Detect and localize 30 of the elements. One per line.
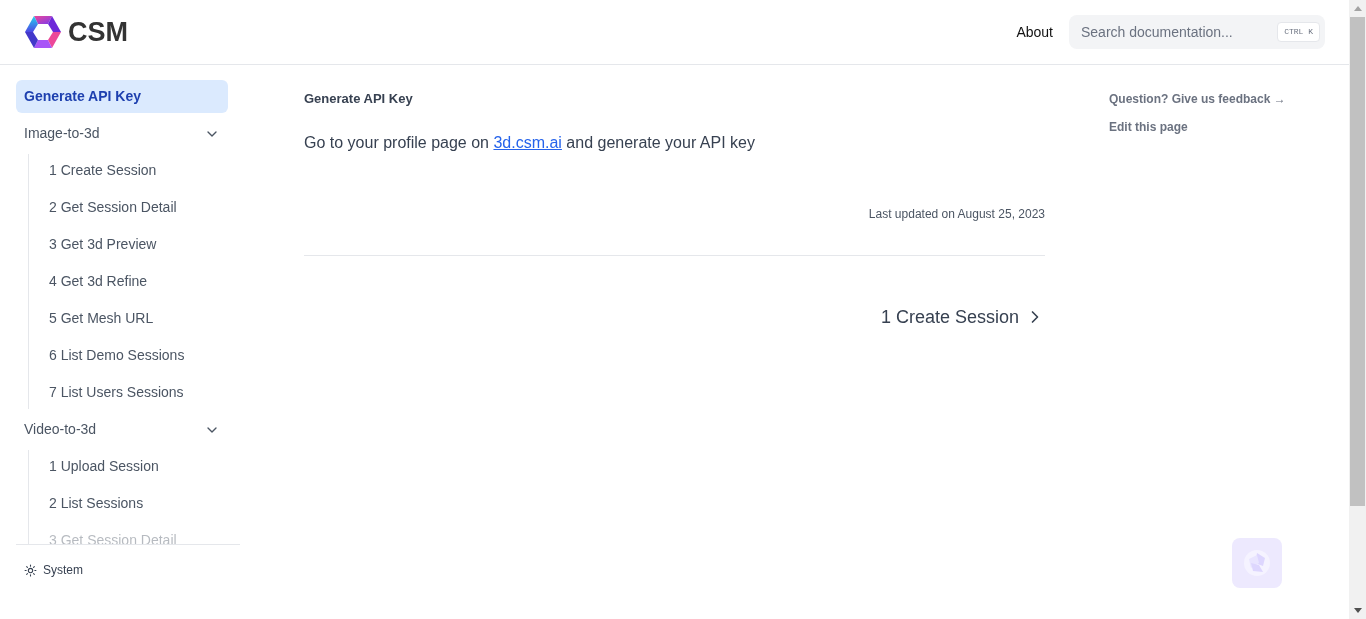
about-link[interactable]: About <box>1016 21 1053 43</box>
assistant-button[interactable] <box>1232 538 1282 588</box>
sidebar-item[interactable]: 2 Get Session Detail <box>41 191 228 224</box>
sidebar-item[interactable]: 1 Create Session <box>41 154 228 187</box>
sidebar-item[interactable]: Video-to-3d <box>16 413 228 446</box>
search-input[interactable]: Search documentation... <box>1081 21 1278 43</box>
sidebar-item[interactable]: Image-to-3d <box>16 117 228 150</box>
sidebar-item[interactable]: 7 List Users Sessions <box>41 376 228 409</box>
theme-toggle[interactable]: System <box>24 561 83 579</box>
sun-icon <box>24 563 37 577</box>
sidebar-item[interactable]: 6 List Demo Sessions <box>41 339 228 372</box>
sidebar-item[interactable]: 4 Get 3d Refine <box>41 265 228 298</box>
logo-icon <box>24 15 62 49</box>
last-updated: Last updated on August 25, 2023 <box>868 205 1045 223</box>
search-field[interactable]: Search documentation... CTRL K <box>1069 15 1325 49</box>
next-page-link[interactable]: 1 Create Session <box>880 303 1045 331</box>
link[interactable]: 3d.csm.ai <box>493 133 562 151</box>
scroll-down-icon <box>1353 608 1362 613</box>
scroll-up-icon <box>1353 6 1362 11</box>
sidebar-item[interactable]: 1 Upload Session <box>41 450 228 483</box>
shortcut-key: CTRL K <box>1277 22 1320 42</box>
sidebar-item[interactable]: 2 List Sessions <box>41 487 228 520</box>
logo-text: CSM <box>68 15 128 49</box>
sidebar-item[interactable]: 5 Get Mesh URL <box>41 302 228 335</box>
toc-link[interactable]: Edit this page <box>1109 118 1349 136</box>
sidebar-item[interactable]: Generate API Key <box>16 80 228 113</box>
toc-link[interactable]: Question? Give us feedback → <box>1109 90 1349 108</box>
breadcrumb: Generate API Key <box>304 90 414 108</box>
sidebar-item[interactable]: 3 Get 3d Preview <box>41 228 228 261</box>
paragraph: Go to your profile page on 3d.csm.ai and generate your API key <box>304 132 756 153</box>
